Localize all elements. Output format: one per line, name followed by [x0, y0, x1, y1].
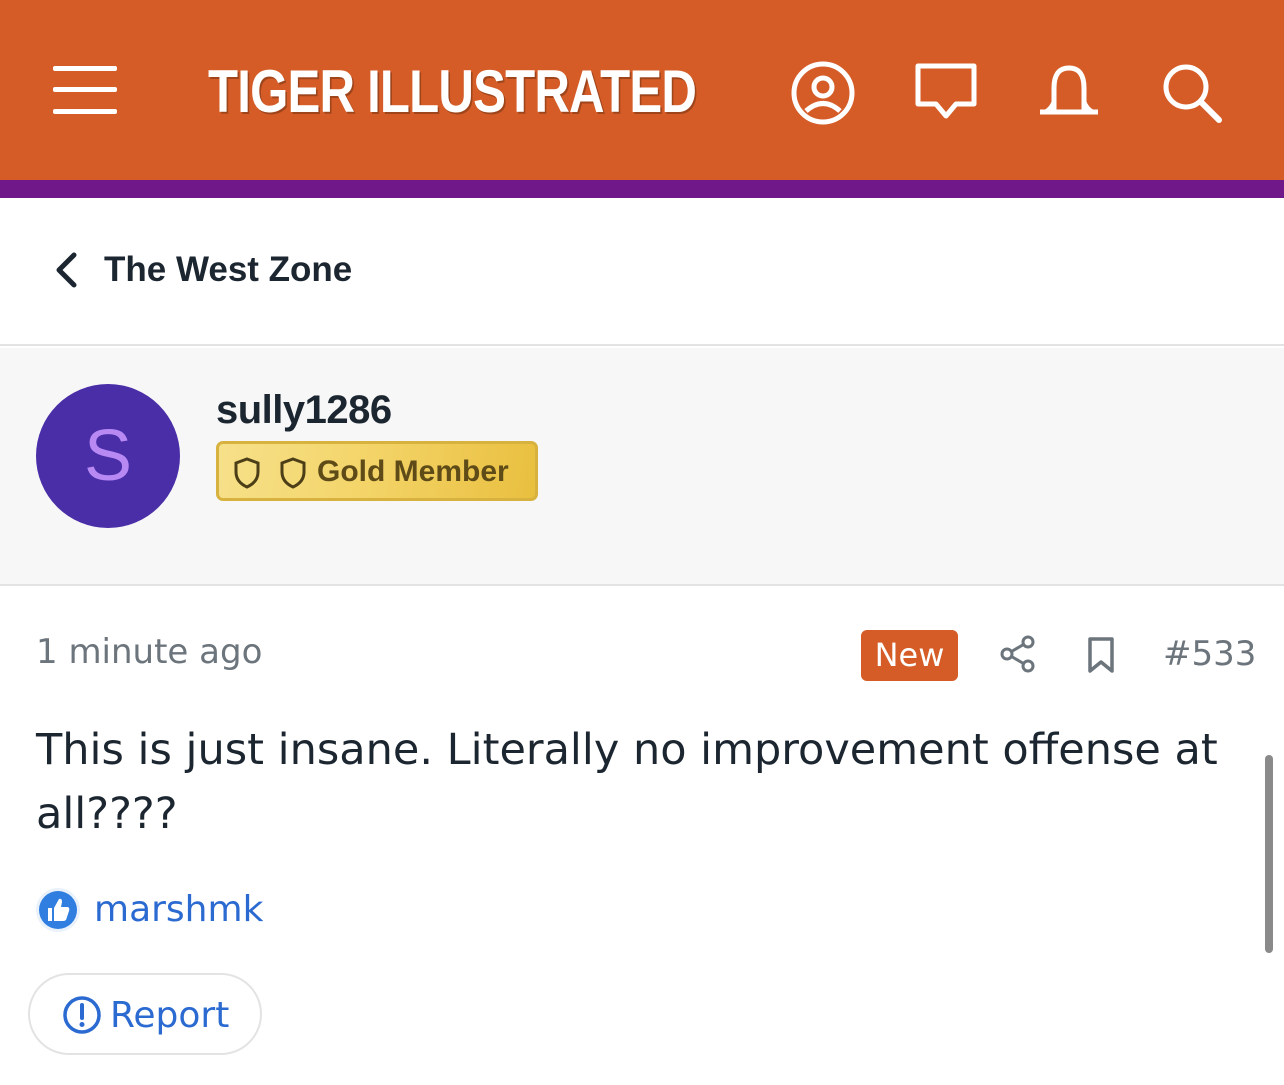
- report-label: Report: [110, 995, 230, 1036]
- breadcrumb: The West Zone: [0, 198, 1284, 346]
- post-body: This is just insane. Literally no improv…: [36, 725, 1218, 839]
- back-link[interactable]: The West Zone: [104, 248, 352, 292]
- badge-label: Gold Member: [317, 455, 509, 488]
- notifications-icon[interactable]: [1034, 58, 1104, 128]
- author-card: S sully1286 Gold Member: [0, 348, 1284, 586]
- chevron-left-icon[interactable]: [50, 250, 82, 290]
- new-badge: New: [861, 630, 958, 681]
- scrollbar[interactable]: [1265, 755, 1273, 953]
- post-number[interactable]: #533: [1163, 632, 1256, 676]
- menu-icon[interactable]: [53, 66, 117, 114]
- accent-bar: [0, 180, 1284, 198]
- search-icon[interactable]: [1157, 58, 1227, 128]
- shield-icon: [233, 457, 261, 489]
- alert-icon: [62, 995, 102, 1035]
- shield-icon: [279, 457, 307, 489]
- post-timestamp[interactable]: 1 minute ago: [36, 630, 262, 674]
- avatar[interactable]: S: [36, 384, 180, 528]
- post-meta: 1 minute ago New #533: [0, 588, 1284, 718]
- username[interactable]: sully1286: [216, 386, 392, 434]
- report-button[interactable]: Report: [28, 973, 262, 1055]
- account-icon[interactable]: [788, 58, 858, 128]
- share-icon[interactable]: [998, 634, 1038, 674]
- member-badge: Gold Member: [216, 441, 538, 501]
- liked-by-user[interactable]: marshmk: [94, 886, 263, 934]
- site-logo[interactable]: TIGER ILLUSTRATED: [208, 52, 697, 132]
- messages-icon[interactable]: [911, 58, 981, 128]
- thumbs-up-icon: [34, 886, 82, 934]
- top-header: TIGER ILLUSTRATED: [0, 0, 1284, 180]
- bookmark-icon[interactable]: [1084, 635, 1118, 675]
